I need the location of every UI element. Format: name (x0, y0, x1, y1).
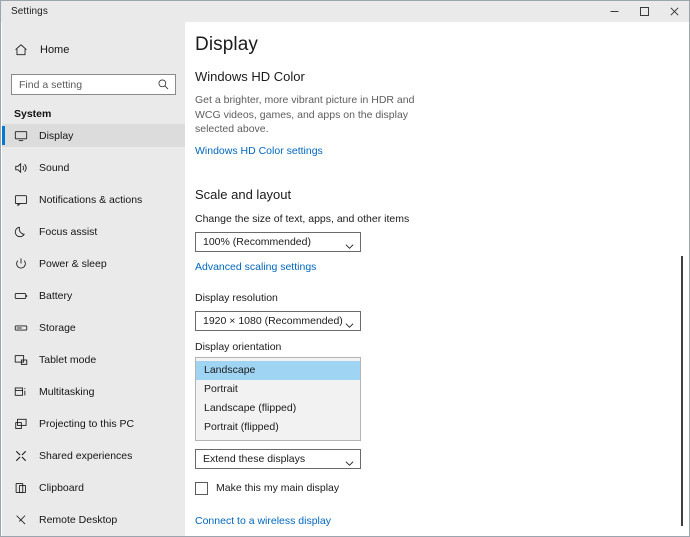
minimize-button[interactable] (599, 1, 629, 22)
scale-layout-heading: Scale and layout (195, 186, 292, 202)
monitor-icon (14, 129, 34, 143)
scrollbar-thumb[interactable] (681, 256, 683, 526)
sidebar-item-label: Storage (39, 321, 76, 334)
home-icon (14, 43, 36, 57)
sidebar-item-projecting[interactable]: Projecting to this PC (2, 412, 185, 435)
sidebar-item-label: Notifications & actions (39, 193, 143, 206)
content-pane: Display Windows HD Color Get a brighter,… (185, 22, 689, 536)
orientation-label: Display orientation (195, 340, 282, 353)
sidebar-item-clipboard[interactable]: Clipboard (2, 476, 185, 499)
sidebar-item-label: Shared experiences (39, 449, 133, 462)
scale-dropdown[interactable]: 100% (Recommended) (195, 231, 361, 252)
multiple-displays-dropdown[interactable]: Extend these displays (195, 448, 361, 469)
hd-color-description: Get a brighter, more vibrant picture in … (195, 94, 415, 135)
storage-icon (14, 321, 34, 335)
search-input[interactable] (12, 75, 175, 94)
option-label: Portrait (204, 383, 238, 395)
sidebar-item-sound[interactable]: Sound (2, 156, 185, 179)
sidebar-item-label: Clipboard (39, 481, 84, 494)
sidebar: Home System Display (2, 22, 185, 536)
notification-icon (14, 193, 34, 207)
scale-label: Change the size of text, apps, and other… (195, 212, 410, 225)
orientation-option-landscape-flipped[interactable]: Landscape (flipped) (196, 399, 360, 418)
sidebar-item-label: Tablet mode (39, 353, 97, 366)
multiple-displays-value: Extend these displays (203, 452, 306, 465)
power-icon (14, 257, 34, 271)
main-display-checkbox[interactable] (195, 481, 208, 495)
search-box[interactable] (11, 74, 176, 95)
remote-desktop-icon (14, 513, 34, 527)
main-display-checkbox-label: Make this my main display (216, 482, 340, 494)
clipboard-icon (14, 481, 34, 495)
sidebar-item-label: Sound (39, 161, 70, 174)
chevron-down-icon (345, 455, 354, 473)
resolution-dropdown[interactable]: 1920 × 1080 (Recommended) (195, 310, 361, 331)
sidebar-item-shared-experiences[interactable]: Shared experiences (2, 444, 185, 467)
sidebar-item-home[interactable]: Home (2, 38, 185, 62)
sidebar-item-label: Power & sleep (39, 257, 107, 270)
orientation-dropdown-list[interactable]: Landscape Portrait Landscape (flipped) P… (195, 356, 361, 441)
sidebar-item-label: Battery (39, 289, 73, 302)
resolution-label: Display resolution (195, 291, 278, 304)
sidebar-item-multitasking[interactable]: Multitasking (2, 380, 185, 403)
sidebar-group-title: System (14, 108, 52, 120)
orientation-option-portrait[interactable]: Portrait (196, 380, 360, 399)
maximize-button[interactable] (629, 1, 659, 22)
sidebar-item-display[interactable]: Display (2, 124, 185, 147)
shared-icon (14, 449, 34, 463)
orientation-option-portrait-flipped[interactable]: Portrait (flipped) (196, 418, 360, 437)
close-button[interactable] (659, 1, 689, 22)
multitasking-icon (14, 385, 34, 399)
window-controls (599, 1, 689, 22)
chevron-down-icon (345, 317, 354, 335)
option-label: Portrait (flipped) (204, 421, 279, 433)
sidebar-item-label: Remote Desktop (39, 513, 118, 526)
sidebar-item-tablet-mode[interactable]: Tablet mode (2, 348, 185, 371)
sidebar-item-storage[interactable]: Storage (2, 316, 185, 339)
tablet-icon (14, 353, 34, 367)
sidebar-home-label: Home (40, 44, 70, 56)
advanced-scaling-link[interactable]: Advanced scaling settings (195, 261, 316, 273)
sidebar-item-focus-assist[interactable]: Focus assist (2, 220, 185, 243)
sidebar-item-label: Focus assist (39, 225, 98, 238)
speaker-icon (14, 161, 34, 175)
option-label: Landscape (204, 364, 256, 376)
battery-icon (14, 289, 34, 303)
resolution-dropdown-value: 1920 × 1080 (Recommended) (203, 314, 343, 327)
sidebar-item-battery[interactable]: Battery (2, 284, 185, 307)
sidebar-item-remote-desktop[interactable]: Remote Desktop (2, 508, 185, 531)
sidebar-item-power-sleep[interactable]: Power & sleep (2, 252, 185, 275)
option-label: Landscape (flipped) (204, 402, 297, 414)
search-icon (157, 78, 170, 96)
sidebar-item-label: Display (39, 129, 74, 142)
sidebar-item-label: Multitasking (39, 385, 95, 398)
window-title: Settings (11, 6, 48, 17)
settings-window: Settings Home Find a setting System Disp… (0, 0, 690, 537)
scale-dropdown-value: 100% (Recommended) (203, 235, 311, 248)
moon-icon (14, 225, 34, 239)
sidebar-item-label: Projecting to this PC (39, 417, 135, 430)
title-bar[interactable]: Settings (1, 1, 689, 22)
wireless-display-link[interactable]: Connect to a wireless display (195, 515, 331, 527)
main-display-checkbox-row[interactable]: Make this my main display (195, 481, 689, 495)
page-title: Display (195, 34, 258, 55)
sidebar-item-notifications[interactable]: Notifications & actions (2, 188, 185, 211)
projecting-icon (14, 417, 34, 431)
orientation-option-landscape[interactable]: Landscape (196, 360, 360, 380)
hd-color-settings-link[interactable]: Windows HD Color settings (195, 145, 323, 157)
content-scrollbar[interactable] (677, 23, 688, 536)
hd-color-heading: Windows HD Color (195, 69, 305, 84)
chevron-down-icon (345, 238, 354, 256)
